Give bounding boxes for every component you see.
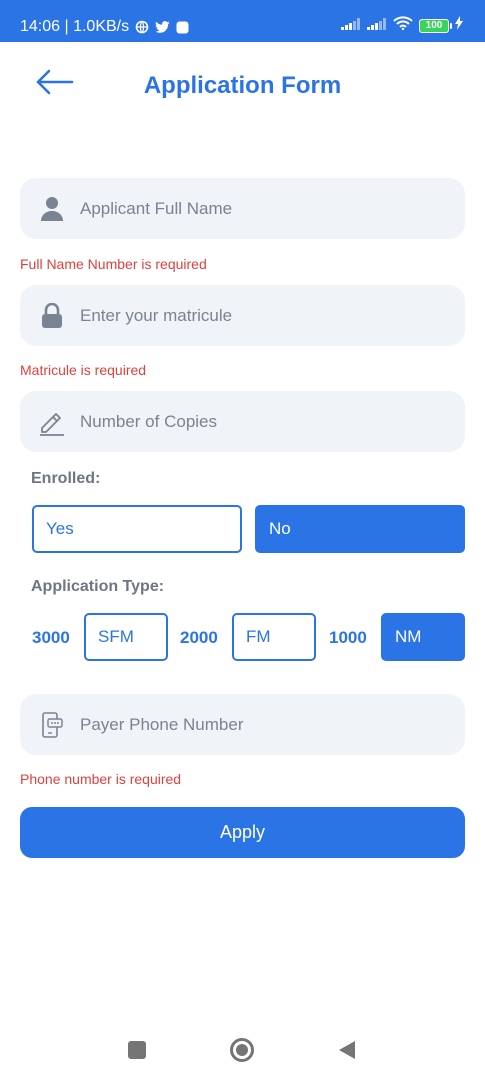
type-sfm-option[interactable]: SFM xyxy=(84,613,168,661)
vpn-icon xyxy=(135,20,149,34)
status-time-speed: 14:06 | 1.0KB/s xyxy=(20,18,130,35)
status-right: 100 xyxy=(341,16,463,35)
full-name-field[interactable] xyxy=(20,178,465,239)
price-fm: 2000 xyxy=(180,628,218,647)
enrolled-yes-label: Yes xyxy=(46,519,74,538)
recents-icon[interactable] xyxy=(128,1041,146,1059)
home-icon[interactable] xyxy=(230,1038,254,1062)
status-bar: 14:06 | 1.0KB/s 100 xyxy=(0,0,485,42)
app-icon xyxy=(176,21,189,34)
full-name-error: Full Name Number is required xyxy=(20,256,207,272)
full-name-input[interactable] xyxy=(80,198,420,219)
page-title: Application Form xyxy=(143,72,342,99)
person-icon xyxy=(38,195,66,223)
type-fm-option[interactable]: FM xyxy=(232,613,316,661)
phone-icon xyxy=(38,711,66,739)
enrolled-label: Enrolled: xyxy=(31,470,101,487)
phone-field[interactable] xyxy=(20,694,465,755)
battery-icon: 100 xyxy=(419,18,452,33)
lock-icon xyxy=(38,302,66,330)
signal-icon-2 xyxy=(367,17,387,35)
twitter-icon xyxy=(155,20,170,34)
pencil-icon xyxy=(38,408,66,436)
copies-input[interactable] xyxy=(80,411,420,432)
matricule-input[interactable] xyxy=(80,305,420,326)
charging-icon xyxy=(455,16,463,35)
enrolled-no-label: No xyxy=(269,519,291,538)
enrolled-yes-option[interactable]: Yes xyxy=(32,505,242,553)
wifi-icon xyxy=(393,16,413,35)
apply-button[interactable]: Apply xyxy=(20,807,465,858)
type-nm-option[interactable]: NM xyxy=(381,613,465,661)
matricule-field[interactable] xyxy=(20,285,465,346)
phone-error: Phone number is required xyxy=(20,771,182,787)
enrolled-no-option[interactable]: No xyxy=(255,505,465,553)
copies-field[interactable] xyxy=(20,391,465,452)
type-fm-label: FM xyxy=(246,627,271,646)
type-sfm-label: SFM xyxy=(98,627,134,646)
status-left: 14:06 | 1.0KB/s xyxy=(20,18,189,36)
phone-input[interactable] xyxy=(80,714,420,735)
matricule-error: Matricule is required xyxy=(20,362,147,378)
application-type-label: Application Type: xyxy=(31,578,165,595)
signal-icon xyxy=(341,17,361,35)
price-nm: 1000 xyxy=(329,628,367,647)
battery-level: 100 xyxy=(425,20,443,31)
nav-back-icon[interactable] xyxy=(338,1040,356,1060)
price-sfm: 3000 xyxy=(32,628,70,647)
type-nm-label: NM xyxy=(395,627,422,646)
